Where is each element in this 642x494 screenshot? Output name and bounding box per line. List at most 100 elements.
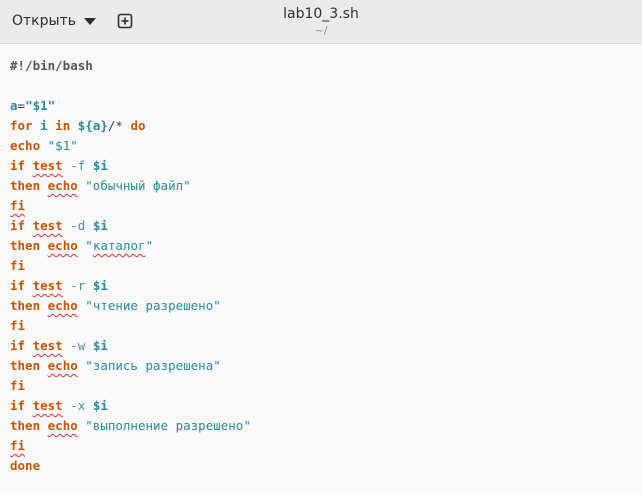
code-token: /* <box>107 118 131 133</box>
code-token: " <box>145 238 154 253</box>
code-token-spell-error: echo <box>47 178 78 193</box>
code-line[interactable]: if test -r $i <box>10 276 251 296</box>
code-token: $i <box>92 398 108 413</box>
code-token: $i <box>92 218 108 233</box>
code-line[interactable]: echo "$1" <box>10 136 251 156</box>
code-token: in <box>55 118 71 133</box>
code-token: a <box>10 98 18 113</box>
code-line[interactable]: then echo "обычный файл" <box>10 176 251 196</box>
code-line[interactable]: if test -d $i <box>10 216 251 236</box>
code-token-spell-error: echo <box>47 238 78 253</box>
header-bar: Открыть lab10_3.sh ~/ <box>0 0 642 44</box>
code-token: echo <box>10 138 41 153</box>
code-token: fi <box>10 378 26 393</box>
code-token: then <box>10 238 41 253</box>
code-token: then <box>10 298 41 313</box>
code-token: for <box>10 118 33 133</box>
code-token-spell-error: fi <box>10 438 26 453</box>
code-line[interactable] <box>10 76 251 96</box>
code-line[interactable]: if test -w $i <box>10 336 251 356</box>
code-token: " <box>85 238 93 253</box>
code-token: #!/bin/bash <box>10 58 93 73</box>
code-token: then <box>10 178 41 193</box>
code-token: ${a} <box>77 118 108 133</box>
code-token: -r <box>70 278 86 293</box>
code-token: then <box>10 358 41 373</box>
code-token: $i <box>92 158 108 173</box>
code-token: if <box>10 338 26 353</box>
code-line[interactable]: fi <box>10 436 251 456</box>
code-token: $i <box>92 338 108 353</box>
code-token-spell-error: test <box>32 338 63 353</box>
code-token: fi <box>10 258 26 273</box>
code-token: i <box>40 118 48 133</box>
code-line[interactable]: a="$1" <box>10 96 251 116</box>
code-token: -w <box>70 338 86 353</box>
code-token: do <box>130 118 146 133</box>
code-token: "$1" <box>25 98 56 113</box>
code-token: then <box>10 418 41 433</box>
text-editor[interactable]: #!/bin/bash a="$1" for i in ${a}/* do echo … <box>0 44 642 494</box>
code-token: fi <box>10 318 26 333</box>
code-line[interactable]: fi <box>10 316 251 336</box>
code-line[interactable]: then echo "запись разрешена" <box>10 356 251 376</box>
code-line[interactable]: for i in ${a}/* do <box>10 116 251 136</box>
code-token: -d <box>70 218 86 233</box>
code-token-spell-error: каталог <box>92 238 146 253</box>
code-line[interactable]: if test -x $i <box>10 396 251 416</box>
code-line[interactable]: fi <box>10 376 251 396</box>
code-token: -f <box>70 158 86 173</box>
code-token: $i <box>92 278 108 293</box>
code-token-spell-error: test <box>32 158 63 173</box>
code-token: = <box>17 98 26 113</box>
code-token: if <box>10 158 26 173</box>
code-token: if <box>10 398 26 413</box>
code-token-spell-error: echo <box>47 418 78 433</box>
code-line[interactable]: if test -f $i <box>10 156 251 176</box>
new-tab-button[interactable] <box>110 8 140 34</box>
code-line[interactable]: #!/bin/bash <box>10 56 251 76</box>
code-token: if <box>10 278 26 293</box>
code-token: "запись разрешена" <box>85 358 221 373</box>
code-line[interactable]: then echo "каталог" <box>10 236 251 256</box>
code-token: "$1" <box>47 138 78 153</box>
code-line[interactable]: then echo "чтение разрешено" <box>10 296 251 316</box>
open-button-label: Открыть <box>12 13 76 29</box>
code-line[interactable]: then echo "выполнение разрешено" <box>10 416 251 436</box>
code-token-spell-error: test <box>32 218 63 233</box>
code-token: if <box>10 218 26 233</box>
code-token-spell-error: echo <box>47 358 78 373</box>
plus-box-icon <box>117 13 133 29</box>
code-token-spell-error: test <box>32 278 63 293</box>
code-token: -x <box>70 398 86 413</box>
code-line[interactable]: done <box>10 456 251 476</box>
code-token-spell-error: echo <box>47 298 78 313</box>
code-token: "выполнение разрешено" <box>85 418 251 433</box>
code-token-spell-error: fi <box>10 198 26 213</box>
code-area[interactable]: #!/bin/bash a="$1" for i in ${a}/* do echo … <box>10 56 251 476</box>
chevron-down-icon <box>83 18 96 25</box>
code-line[interactable]: fi <box>10 256 251 276</box>
code-line[interactable]: fi <box>10 196 251 216</box>
code-token: "обычный файл" <box>85 178 191 193</box>
code-token: "чтение разрешено" <box>85 298 221 313</box>
open-button[interactable]: Открыть <box>4 6 104 36</box>
